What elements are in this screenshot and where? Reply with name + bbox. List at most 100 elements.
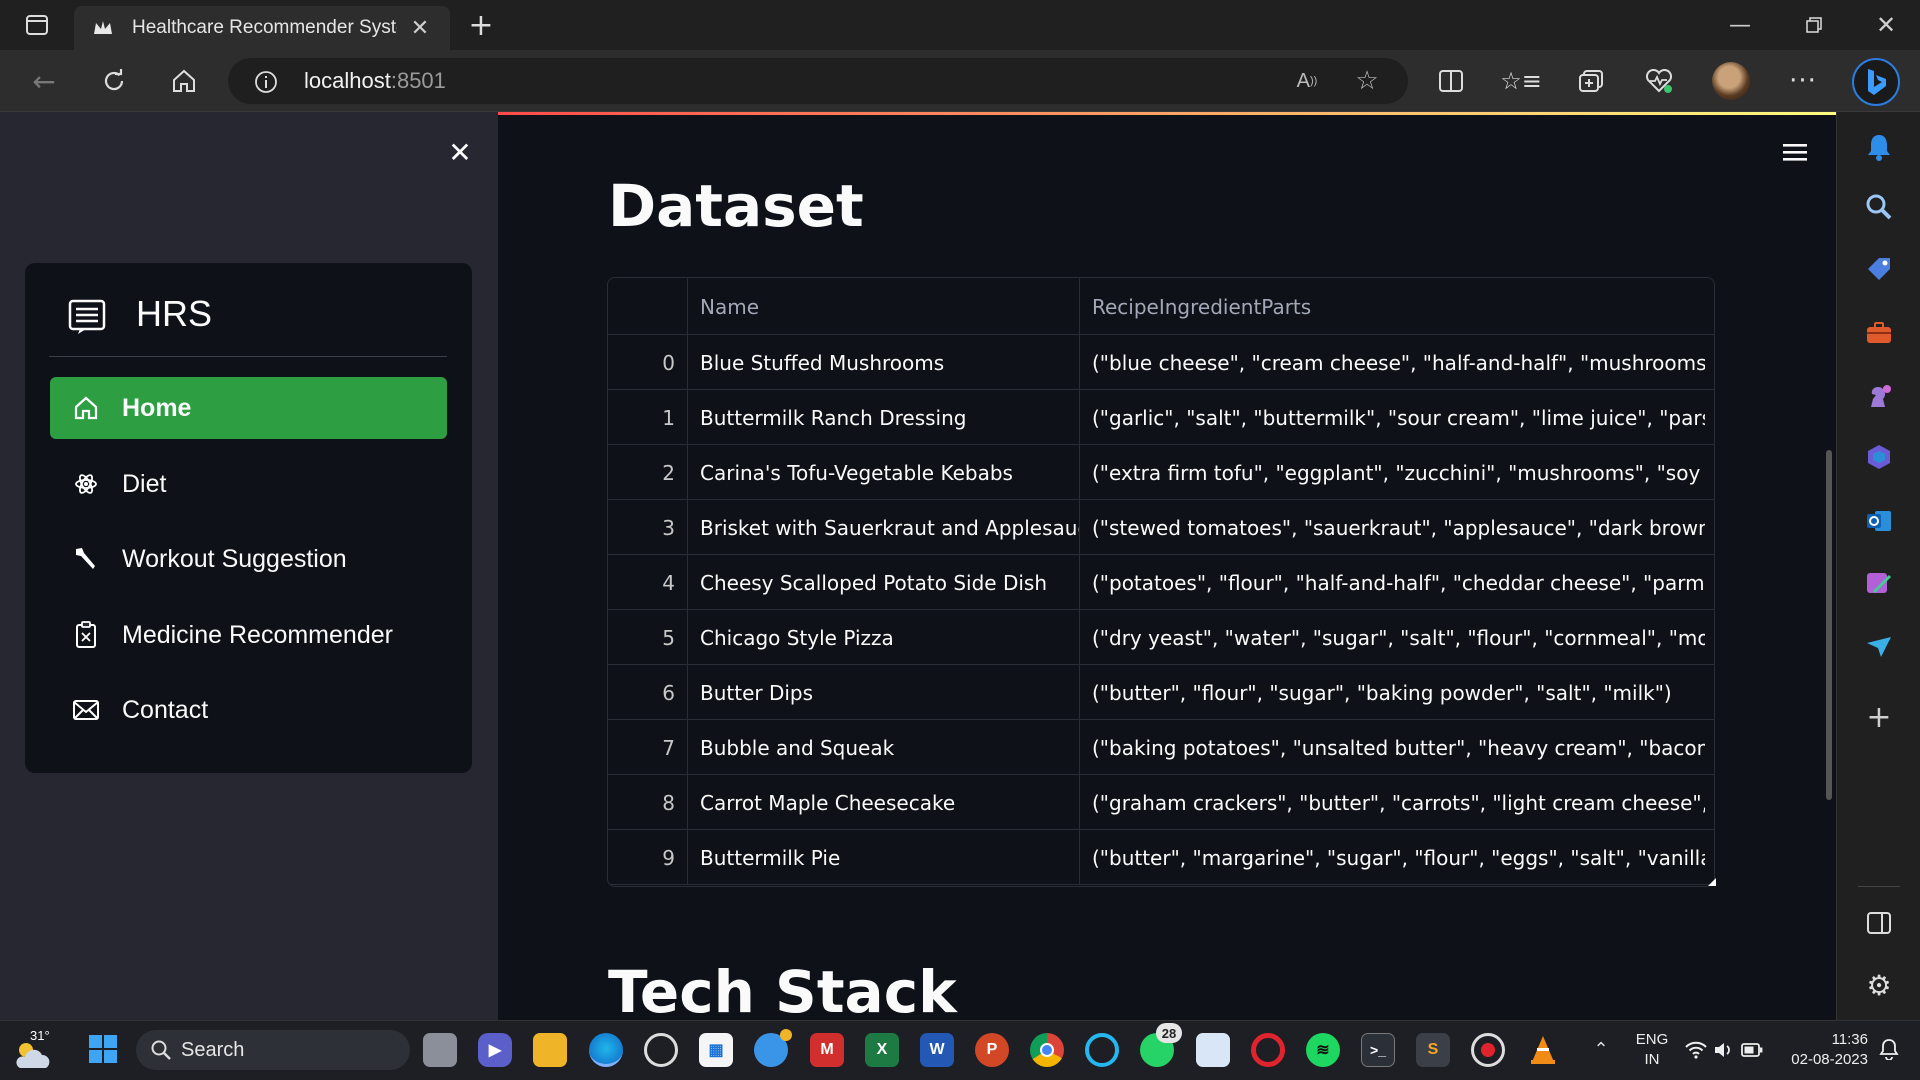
recipe-name-cell[interactable]: Butter Dips: [688, 665, 1080, 720]
favorite-star-icon[interactable]: ☆: [1350, 64, 1384, 98]
minimize-icon[interactable]: —: [1722, 10, 1758, 40]
table-row[interactable]: 3 Brisket with Sauerkraut and Applesauce(…: [608, 500, 1714, 555]
reload-icon[interactable]: [96, 64, 132, 98]
table-row[interactable]: 1 Buttermilk Ranch Dressing ("garlic", "sa…: [608, 390, 1714, 445]
ingredients-cell[interactable]: ("stewed tomatoes", "sauerkraut", "apple…: [1080, 500, 1705, 555]
language-indicator[interactable]: ENG IN: [1632, 1030, 1672, 1070]
column-header-name[interactable]: Name: [688, 278, 1080, 335]
hide-sidebar-icon[interactable]: [1862, 906, 1896, 940]
clock[interactable]: 11:36 02-08-2023: [1780, 1030, 1868, 1070]
weather-widget[interactable]: 31°: [12, 1028, 64, 1072]
read-aloud-icon[interactable]: A)): [1290, 64, 1324, 98]
excel-icon[interactable]: X: [865, 1033, 899, 1067]
shopping-tag-icon[interactable]: [1862, 252, 1896, 286]
row-index-cell[interactable]: 9: [608, 830, 688, 885]
add-sidebar-app-icon[interactable]: +: [1862, 700, 1896, 735]
notepad-icon[interactable]: [1196, 1033, 1230, 1067]
show-hidden-icons-chevron[interactable]: ⌃: [1588, 1036, 1614, 1062]
row-index-cell[interactable]: 3: [608, 500, 688, 555]
ingredients-cell[interactable]: ("butter", "margarine", "sugar", "flour"…: [1080, 830, 1705, 885]
table-row[interactable]: 7 Bubble and Squeak ("baking potatoes", "u…: [608, 720, 1714, 775]
microsoft-365-icon[interactable]: [1862, 440, 1896, 474]
browser-essentials-icon[interactable]: [1642, 64, 1676, 98]
hamburger-menu-icon[interactable]: [1782, 141, 1808, 163]
ingredients-cell[interactable]: ("graham crackers", "butter", "carrots",…: [1080, 775, 1705, 830]
site-info-icon[interactable]: [252, 68, 280, 96]
tab-actions-icon[interactable]: [22, 12, 52, 38]
window-close-icon[interactable]: ✕: [1868, 10, 1904, 40]
row-index-cell[interactable]: 8: [608, 775, 688, 830]
restore-icon[interactable]: [1796, 10, 1832, 40]
windows-start-icon[interactable]: [88, 1034, 118, 1064]
teams-chat-icon[interactable]: ▶: [478, 1033, 512, 1067]
browser-tab-active[interactable]: Healthcare Recommender Systen ✕: [74, 6, 450, 50]
file-explorer-icon[interactable]: [533, 1033, 567, 1067]
nav-item-contact[interactable]: Contact: [50, 679, 447, 741]
notification-center-icon[interactable]: [1876, 1036, 1902, 1062]
recipe-name-cell[interactable]: Buttermilk Pie: [688, 830, 1080, 885]
recipe-name-cell[interactable]: Cheesy Scalloped Potato Side Dish: [688, 555, 1080, 610]
row-index-cell[interactable]: 4: [608, 555, 688, 610]
microsoft-store-icon[interactable]: ▦: [699, 1033, 733, 1067]
tools-briefcase-icon[interactable]: [1862, 316, 1896, 350]
edge-browser-icon[interactable]: [589, 1033, 623, 1067]
table-row[interactable]: 4 Cheesy Scalloped Potato Side Dish ("pota…: [608, 555, 1714, 610]
table-row[interactable]: 0 Blue Stuffed Mushrooms ("blue cheese", "…: [608, 335, 1714, 390]
recipe-name-cell[interactable]: Brisket with Sauerkraut and Applesauce: [688, 500, 1080, 555]
wifi-icon[interactable]: [1684, 1038, 1708, 1062]
recipe-name-cell[interactable]: Blue Stuffed Mushrooms: [688, 335, 1080, 390]
vlc-icon[interactable]: [1526, 1033, 1560, 1067]
screen-recorder-icon[interactable]: [1471, 1033, 1505, 1067]
battery-icon[interactable]: [1740, 1038, 1764, 1062]
column-header-index[interactable]: [608, 278, 688, 335]
ingredients-cell[interactable]: ("garlic", "salt", "buttermilk", "sour c…: [1080, 390, 1705, 445]
row-index-cell[interactable]: 6: [608, 665, 688, 720]
favorites-icon[interactable]: ☆≡: [1500, 64, 1542, 98]
new-tab-icon[interactable]: +: [464, 8, 498, 43]
search-icon[interactable]: [1862, 190, 1896, 224]
task-view-icon[interactable]: [423, 1033, 457, 1067]
github-icon[interactable]: [644, 1033, 678, 1067]
notification-bell-icon[interactable]: [1862, 130, 1896, 164]
recipe-name-cell[interactable]: Carrot Maple Cheesecake: [688, 775, 1080, 830]
table-row[interactable]: 9 Buttermilk Pie ("butter", "margarine", "…: [608, 830, 1714, 885]
row-index-cell[interactable]: 1: [608, 390, 688, 445]
more-options-icon[interactable]: ···: [1786, 64, 1820, 98]
row-index-cell[interactable]: 5: [608, 610, 688, 665]
mcafee-icon[interactable]: M: [810, 1033, 844, 1067]
cortana-icon[interactable]: [1085, 1033, 1119, 1067]
row-index-cell[interactable]: 0: [608, 335, 688, 390]
recipe-name-cell[interactable]: Carina's Tofu-Vegetable Kebabs: [688, 445, 1080, 500]
split-screen-icon[interactable]: [1434, 64, 1468, 98]
word-icon[interactable]: W: [920, 1033, 954, 1067]
powerpoint-icon[interactable]: P: [975, 1033, 1009, 1067]
send-icon[interactable]: [1862, 630, 1896, 664]
bing-copilot-icon[interactable]: [1852, 58, 1900, 106]
nav-item-workout-suggestion[interactable]: Workout Suggestion: [50, 528, 447, 590]
table-resize-handle[interactable]: [1708, 878, 1716, 886]
table-row[interactable]: 5 Chicago Style Pizza ("dry yeast", "water…: [608, 610, 1714, 665]
home-icon[interactable]: [166, 64, 202, 98]
recipe-name-cell[interactable]: Buttermilk Ranch Dressing: [688, 390, 1080, 445]
chrome-icon[interactable]: [1030, 1033, 1064, 1067]
ingredients-cell[interactable]: ("butter", "flour", "sugar", "baking pow…: [1080, 665, 1705, 720]
ingredients-cell[interactable]: ("dry yeast", "water", "sugar", "salt", …: [1080, 610, 1705, 665]
ingredients-cell[interactable]: ("potatoes", "flour", "half-and-half", "…: [1080, 555, 1705, 610]
games-chess-icon[interactable]: [1862, 378, 1896, 412]
collections-icon[interactable]: [1574, 64, 1608, 98]
table-row[interactable]: 8 Carrot Maple Cheesecake ("graham cracker…: [608, 775, 1714, 830]
dataset-table[interactable]: Name RecipeIngredientParts 0 Blue Stuffed…: [607, 277, 1715, 887]
ingredients-cell[interactable]: ("baking potatoes", "unsalted butter", "…: [1080, 720, 1705, 775]
opera-icon[interactable]: [1251, 1033, 1285, 1067]
volume-icon[interactable]: [1712, 1038, 1736, 1062]
table-row[interactable]: 2 Carina's Tofu-Vegetable Kebabs ("extra f…: [608, 445, 1714, 500]
sidebar-close-icon[interactable]: ✕: [444, 136, 476, 169]
settings-gear-icon[interactable]: ⚙: [1862, 968, 1896, 1002]
recipe-name-cell[interactable]: Chicago Style Pizza: [688, 610, 1080, 665]
recipe-name-cell[interactable]: Bubble and Squeak: [688, 720, 1080, 775]
outlook-icon[interactable]: [1862, 504, 1896, 538]
row-index-cell[interactable]: 2: [608, 445, 688, 500]
sublime-text-icon[interactable]: S: [1416, 1033, 1450, 1067]
column-header-ingredients[interactable]: RecipeIngredientParts: [1080, 278, 1705, 335]
profile-avatar[interactable]: [1712, 62, 1750, 100]
